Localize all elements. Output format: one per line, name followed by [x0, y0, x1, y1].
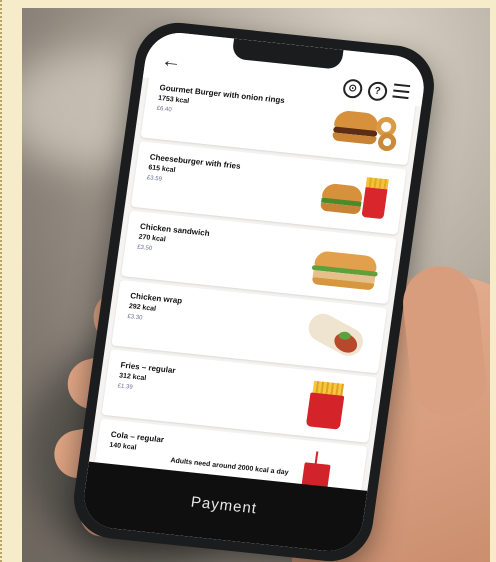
help-icon[interactable]: ? [366, 80, 389, 102]
item-price: £3.50 [136, 244, 153, 253]
fries-image [288, 377, 365, 434]
chicken-sandwich-image [307, 238, 384, 295]
item-price: £3.59 [146, 175, 163, 183]
burger-onion-rings-image [327, 99, 404, 156]
item-kcal: 615 kcal [147, 164, 176, 175]
photo: ← ⊙ ? Gourmet Burger with onion rings 17… [22, 8, 490, 562]
location-pin-icon[interactable]: ⊙ [341, 78, 364, 100]
item-price: £6.40 [156, 105, 172, 114]
item-kcal: 270 kcal [138, 233, 167, 244]
menu-list: Gourmet Burger with onion rings 1753 kca… [91, 71, 417, 516]
menu-icon[interactable] [392, 83, 411, 100]
item-price: £1.39 [117, 383, 133, 391]
chicken-wrap-image [297, 307, 374, 364]
item-kcal: 1753 kcal [157, 94, 190, 106]
cheeseburger-fries-image [317, 169, 394, 226]
item-kcal: 140 kcal [108, 441, 137, 452]
item-price: £3.30 [126, 313, 143, 322]
item-kcal: 292 kcal [128, 303, 157, 313]
item-kcal: 312 kcal [118, 372, 147, 383]
phone-screen: ← ⊙ ? Gourmet Burger with onion rings 17… [79, 29, 429, 555]
back-arrow-icon[interactable]: ← [160, 49, 183, 74]
